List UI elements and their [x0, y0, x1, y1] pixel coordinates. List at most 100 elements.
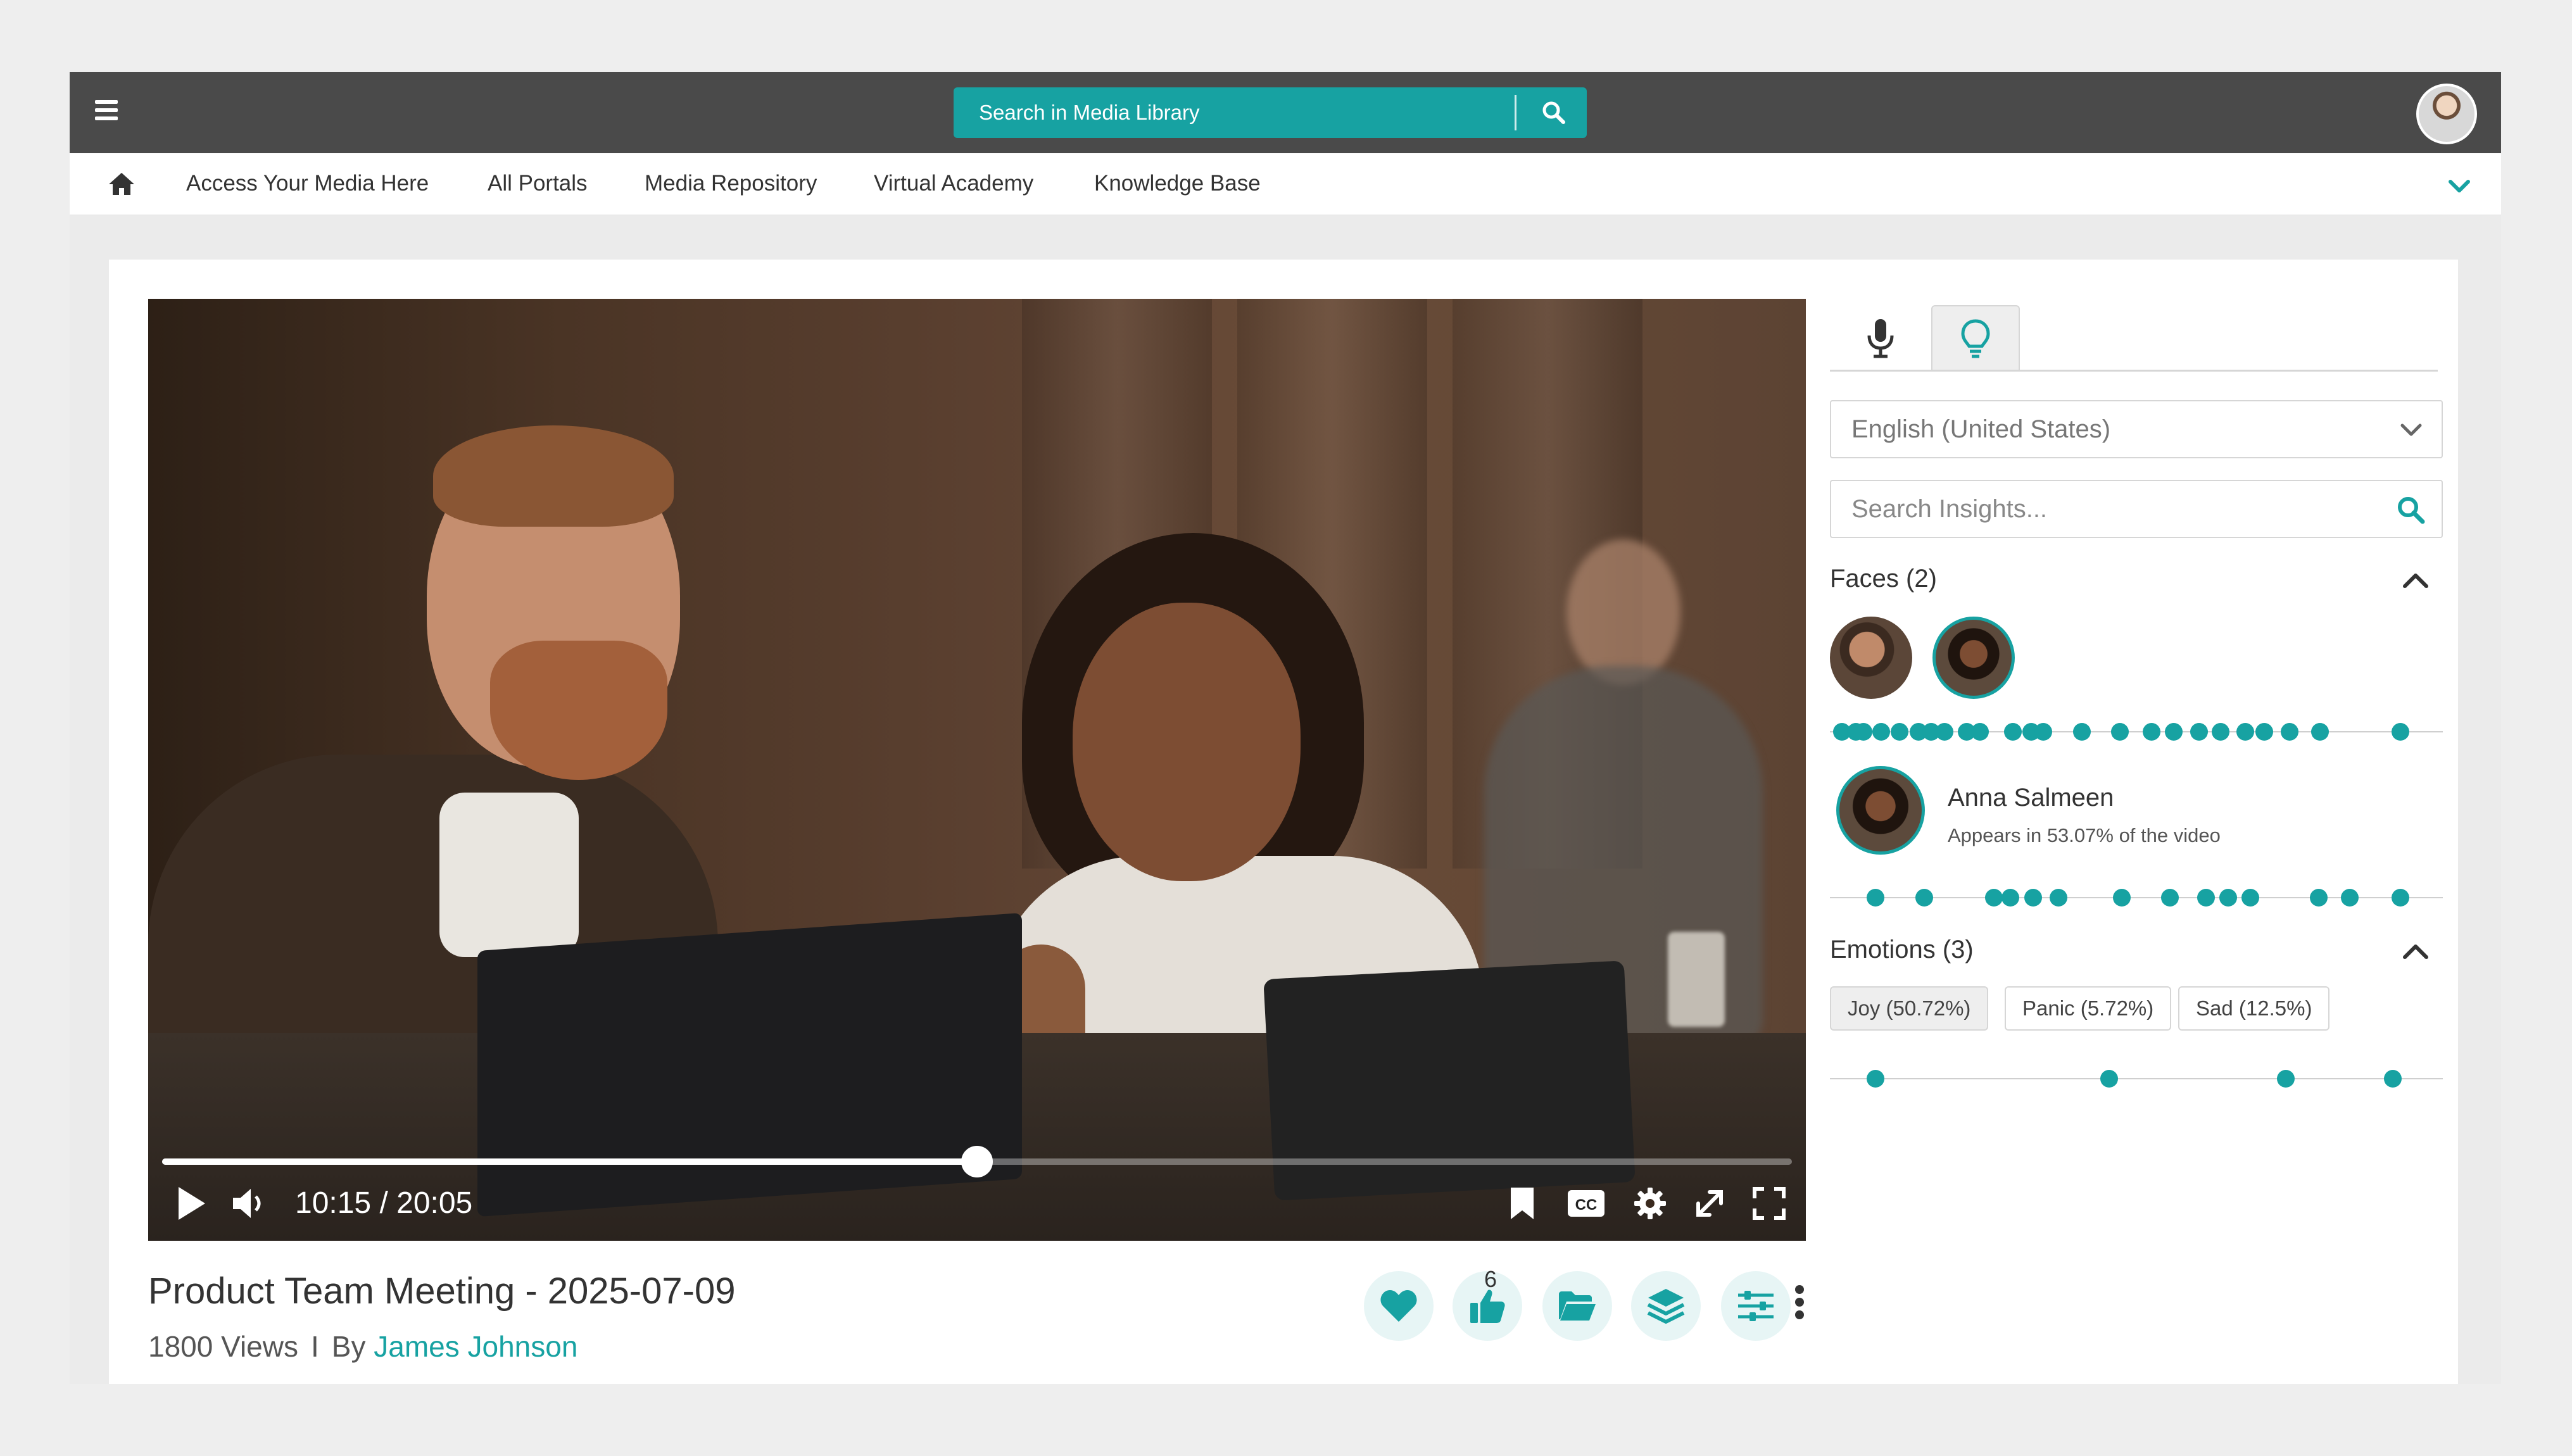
faces-timeline-marker[interactable] [1936, 723, 1954, 741]
video-frame [148, 299, 1806, 1241]
home-icon[interactable] [108, 171, 136, 196]
expand-button[interactable] [1689, 1184, 1730, 1223]
like-count: 6 [1484, 1266, 1497, 1292]
more-options-icon[interactable] [1787, 1285, 1812, 1323]
emotions-timeline-marker[interactable] [2384, 1070, 2402, 1088]
selected-person-avatar[interactable] [1836, 766, 1925, 855]
heart-icon [1380, 1290, 1417, 1322]
faces-timeline-marker[interactable] [2110, 723, 2129, 741]
video-progress-fill [162, 1158, 977, 1165]
person-timeline [1830, 885, 2443, 910]
lightbulb-icon [1961, 319, 1990, 358]
faces-timeline-marker[interactable] [1855, 723, 1873, 741]
emotion-chip-joy[interactable]: Joy (50.72%) [1830, 986, 1989, 1031]
tab-transcript[interactable] [1836, 305, 1925, 371]
nav-item-all-portals[interactable]: All Portals [488, 171, 588, 196]
favorite-button[interactable] [1364, 1271, 1434, 1341]
person-timeline-marker[interactable] [1985, 889, 2003, 907]
video-progress-bar[interactable] [162, 1146, 1792, 1177]
emotion-chip-sad[interactable]: Sad (12.5%) [2178, 986, 2330, 1031]
chevron-down-icon[interactable] [2445, 172, 2473, 200]
bookmark-icon [1511, 1188, 1534, 1219]
person-timeline-marker[interactable] [2340, 889, 2359, 907]
nav-item-media-repository[interactable]: Media Repository [645, 171, 817, 196]
fullscreen-button[interactable] [1749, 1184, 1789, 1223]
thumbs-up-icon [1470, 1290, 1505, 1323]
person-timeline-marker[interactable] [1867, 889, 1885, 907]
person-timeline-marker[interactable] [2309, 889, 2328, 907]
person-timeline-marker[interactable] [2112, 889, 2131, 907]
search-icon [1542, 101, 1565, 124]
video-title: Product Team Meeting - 2025-07-09 [148, 1271, 736, 1312]
nav-item-access-media[interactable]: Access Your Media Here [186, 171, 429, 196]
person-timeline-marker[interactable] [2197, 889, 2215, 907]
face-thumbnail-1[interactable] [1830, 617, 1912, 699]
video-player[interactable]: 10:15 / 20:05 CC [148, 299, 1806, 1241]
faces-timeline-marker[interactable] [1890, 723, 1908, 741]
emotions-timeline-marker[interactable] [2276, 1070, 2295, 1088]
media-search-input[interactable] [954, 87, 1511, 138]
play-button[interactable] [172, 1184, 210, 1223]
emotions-collapse-icon[interactable] [2400, 936, 2431, 967]
emotions-section-title: Emotions (3) [1830, 936, 1974, 963]
adjustments-button[interactable] [1721, 1271, 1791, 1341]
search-button[interactable] [1521, 87, 1587, 138]
faces-timeline-marker[interactable] [2392, 723, 2410, 741]
faces-collapse-icon[interactable] [2400, 565, 2431, 596]
tab-insights[interactable] [1931, 305, 2020, 371]
media-search-box [954, 87, 1587, 138]
add-to-folder-button[interactable] [1542, 1271, 1612, 1341]
faces-timeline-marker[interactable] [2280, 723, 2298, 741]
emotions-timeline [1830, 1066, 2443, 1091]
person-timeline-marker[interactable] [2024, 889, 2043, 907]
sliders-icon [1738, 1291, 1774, 1321]
person-timeline-marker[interactable] [2241, 889, 2260, 907]
faces-timeline-marker[interactable] [1970, 723, 1989, 741]
faces-section-title: Faces (2) [1830, 565, 1937, 593]
insights-search-input[interactable] [1831, 481, 2376, 537]
faces-timeline-marker[interactable] [2255, 723, 2274, 741]
search-icon[interactable] [2396, 495, 2425, 524]
faces-timeline-marker[interactable] [2004, 723, 2022, 741]
faces-timeline-marker[interactable] [2034, 723, 2053, 741]
volume-button[interactable] [230, 1184, 271, 1223]
person-timeline-marker[interactable] [2049, 889, 2067, 907]
person-timeline-marker[interactable] [2001, 889, 2019, 907]
person-timeline-marker[interactable] [2160, 889, 2179, 907]
layers-icon [1647, 1289, 1685, 1324]
faces-timeline-marker[interactable] [2190, 723, 2208, 741]
settings-button[interactable] [1630, 1184, 1670, 1223]
emotions-timeline-marker[interactable] [1867, 1070, 1885, 1088]
captions-button[interactable]: CC [1564, 1184, 1608, 1223]
face-thumbnail-2[interactable] [1932, 617, 2015, 699]
nav-item-virtual-academy[interactable]: Virtual Academy [874, 171, 1033, 196]
person-timeline-marker[interactable] [1915, 889, 1934, 907]
content-card: 10:15 / 20:05 CC Product Team Meeting - … [109, 260, 2458, 1384]
language-select[interactable]: English (United States) [1830, 400, 2443, 458]
author-link[interactable]: James Johnson [374, 1330, 577, 1363]
by-label: By [331, 1330, 366, 1363]
hamburger-menu-icon[interactable] [95, 100, 118, 125]
faces-timeline-marker[interactable] [1872, 723, 1890, 741]
bookmark-button[interactable] [1503, 1184, 1541, 1223]
app-window: Access Your Media Here All Portals Media… [70, 72, 2501, 1384]
person-timeline-marker[interactable] [2392, 889, 2410, 907]
nav-item-knowledge-base[interactable]: Knowledge Base [1094, 171, 1261, 196]
chevron-down-icon [2400, 424, 2422, 436]
faces-timeline-marker[interactable] [2311, 723, 2329, 741]
faces-timeline-marker[interactable] [2211, 723, 2229, 741]
emotions-timeline-marker[interactable] [2100, 1070, 2118, 1088]
emotion-chip-panic[interactable]: Panic (5.72%) [2005, 986, 2172, 1031]
person-timeline-marker[interactable] [2219, 889, 2237, 907]
faces-timeline-marker[interactable] [2073, 723, 2091, 741]
user-avatar[interactable] [2416, 84, 2477, 144]
playlist-button[interactable] [1631, 1271, 1701, 1341]
nav-bar: Access Your Media Here All Portals Media… [70, 153, 2501, 215]
view-count: 1800 Views [148, 1330, 298, 1363]
faces-timeline-marker[interactable] [2236, 723, 2255, 741]
faces-timeline-marker[interactable] [2165, 723, 2183, 741]
faces-timeline-marker[interactable] [2143, 723, 2161, 741]
video-progress-handle[interactable] [961, 1146, 993, 1177]
fullscreen-icon [1753, 1187, 1786, 1220]
search-divider [1515, 95, 1516, 130]
